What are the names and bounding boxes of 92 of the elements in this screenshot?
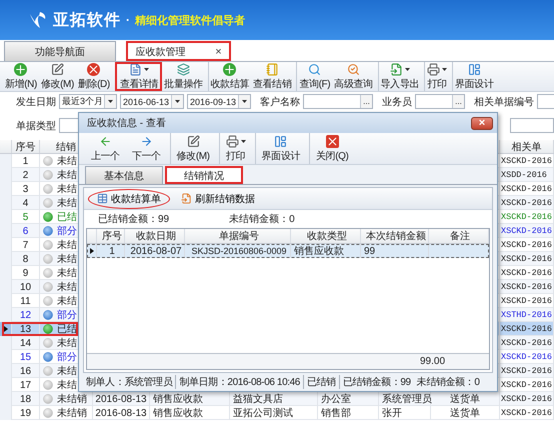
status-text: 未结: [57, 168, 77, 182]
brand-separator: ·: [126, 13, 130, 27]
column-header: 相关单: [500, 140, 554, 153]
status-text: 未结: [57, 378, 77, 392]
column-header: 单据编号: [185, 229, 291, 243]
toolbar-button[interactable]: 查询(F): [296, 62, 332, 91]
toolbar-button[interactable]: 高级查询: [332, 62, 375, 91]
tab[interactable]: 基本信息: [85, 166, 163, 184]
status-text: 未结: [57, 154, 77, 168]
table-cell: 销售部: [318, 406, 379, 420]
status-text: 未结: [57, 238, 77, 252]
toolbar-button[interactable]: 收款结算: [208, 62, 251, 91]
status-text: 部分: [57, 350, 77, 364]
table-cell: 亚拓公司测试: [230, 406, 318, 420]
browse-button[interactable]: ...: [360, 95, 372, 108]
filter-label: 相关单据编号: [474, 96, 534, 108]
toolbar-button[interactable]: 查看详情: [114, 62, 162, 91]
table-cell: XSCKD-2016: [500, 406, 554, 420]
toolbar-button[interactable]: 删除(D): [76, 62, 112, 91]
status-text: 制单人：系统管理员: [85, 376, 174, 389]
column-header: 序号: [97, 229, 125, 243]
table-cell: 99: [361, 244, 429, 258]
tab[interactable]: 应收款管理 ×: [126, 41, 231, 61]
toolbar-button[interactable]: 查看结销: [251, 62, 294, 91]
status-text: 未结: [57, 294, 77, 308]
tab[interactable]: 结销情况: [165, 166, 243, 184]
table-cell: 2016-08-13: [93, 406, 150, 420]
action-button[interactable]: 刷新结销数据: [176, 190, 260, 208]
filter-label: 单据类型: [16, 120, 56, 132]
dropdown-field[interactable]: 最近3个月: [59, 94, 117, 109]
status-text: 已结: [57, 210, 77, 224]
status-text: 未结销: [57, 392, 87, 406]
column-header: 备注: [429, 229, 489, 243]
tab[interactable]: 功能导航面: [4, 41, 116, 61]
toolbar-button[interactable]: 修改(M): [38, 62, 76, 91]
status-text: 未结销金额：0: [416, 376, 480, 389]
table-cell: 19: [12, 406, 40, 420]
action-button[interactable]: 收款结算单: [88, 188, 170, 208]
dropdown-field[interactable]: 2016-06-13: [120, 94, 184, 109]
toolbar-button[interactable]: 新增(N): [3, 62, 39, 91]
table-row[interactable]: 1 2016-08-07 SKJSD-20160806-0009 销售应收款 99: [87, 244, 489, 258]
status-text: 部分: [57, 308, 77, 322]
sum-text: 已结销金额：99: [98, 212, 170, 226]
lookup-field[interactable]: ...: [415, 94, 465, 109]
table-cell: 销售应收款: [150, 406, 230, 420]
status-text: 未结: [57, 196, 77, 210]
status-text: 制单日期：2016-08-06 10:46: [175, 375, 303, 389]
table-row[interactable]: 19 未结销 2016-08-13 销售应收款 亚拓公司测试 销售部 张开 送货单 XSCKD-2016: [0, 406, 554, 420]
toolbar-button[interactable]: 批量操作: [162, 62, 205, 91]
column-header: 收款日期: [125, 229, 185, 243]
table-cell: 送货单: [431, 406, 500, 420]
close-icon[interactable]: ×: [215, 46, 222, 58]
toolbar-button[interactable]: 打印: [424, 62, 449, 91]
status-text: 部分: [57, 224, 77, 238]
table-cell: 12: [12, 308, 40, 322]
toolbar-button[interactable]: 打印: [218, 133, 252, 164]
status-text: 未结: [57, 252, 77, 266]
table-row[interactable]: 18 未结销 2016-08-13 销售应收款 益猫文具店 办公室 系统管理员 送货单 XSCKD-2016: [0, 392, 554, 406]
toolbar-button[interactable]: 下一个: [126, 133, 167, 164]
table-cell: 2016-08-07: [125, 244, 185, 258]
status-text: 已结: [57, 323, 77, 336]
toolbar-button[interactable]: 修改(M): [170, 133, 216, 164]
table-cell: SKJSD-20160806-0009: [185, 244, 291, 258]
filter-label: 发生日期: [16, 96, 56, 108]
dialog-title: 应收款信息 - 查看: [87, 116, 166, 130]
filter-label: 业务员: [382, 96, 412, 108]
status-text: 已结销金额：99: [338, 375, 414, 389]
table-cell: 1: [97, 244, 125, 258]
table-cell: 销售应收款: [291, 244, 361, 258]
status-text: 未结: [57, 266, 77, 280]
status-text: 未结销: [57, 406, 87, 420]
filter-label: 客户名称: [260, 96, 300, 108]
toolbar-button[interactable]: 关闭(Q): [309, 133, 354, 164]
sum-text: 未结销金额：0: [229, 212, 295, 226]
status-text: 未结: [57, 336, 77, 350]
toolbar-button[interactable]: 界面设计: [452, 62, 496, 91]
column-header: 序号: [12, 140, 40, 153]
slogan: 精细化管理软件倡导者: [135, 14, 245, 28]
table-cell: 张开: [379, 406, 431, 420]
total-text: 99.00: [420, 356, 446, 367]
column-header: 本次结销金额: [361, 229, 429, 243]
column-header: 收款类型: [291, 229, 361, 243]
browse-button[interactable]: ...: [452, 95, 464, 108]
status-text: 已结销: [302, 375, 339, 389]
dropdown-field[interactable]: 2016-09-13: [187, 94, 251, 109]
status-text: 未结: [57, 280, 77, 294]
status-text: 未结: [57, 182, 77, 196]
toolbar-button[interactable]: 导入导出: [378, 62, 421, 91]
status-text: 未结: [57, 364, 77, 378]
brand-name: 亚拓软件: [53, 10, 121, 30]
lookup-field[interactable]: ...: [303, 94, 373, 109]
toolbar-button[interactable]: 界面设计: [254, 133, 306, 164]
